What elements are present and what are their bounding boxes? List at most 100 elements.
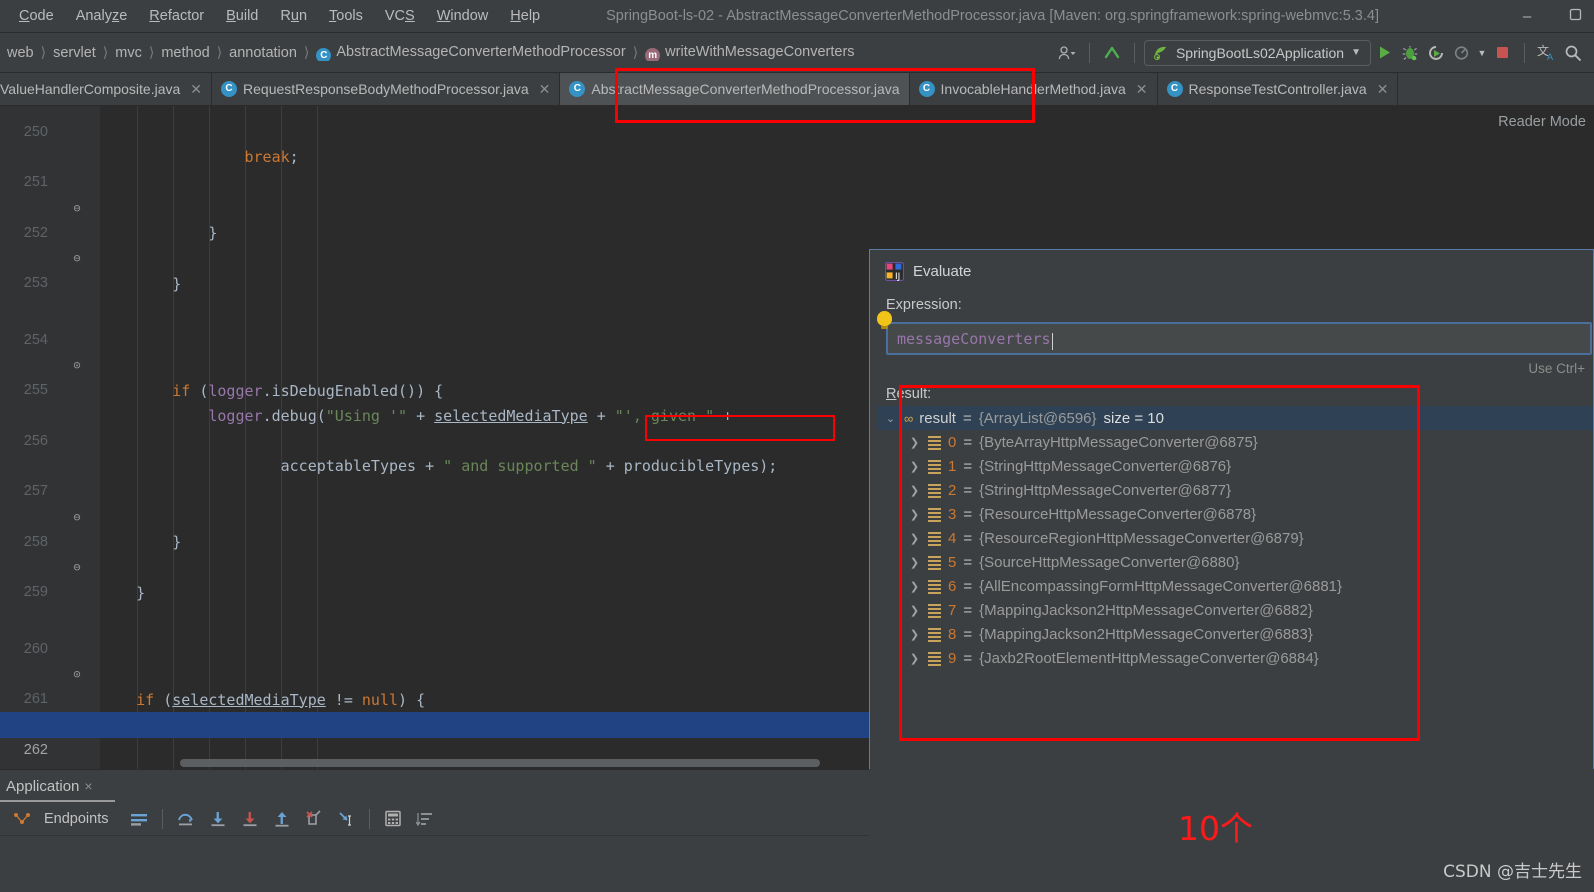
editor-tab-requestresponsebodymethodprocessor[interactable]: C RequestResponseBodyMethodProcessor.jav… bbox=[212, 73, 561, 105]
editor-tab-invocablehandlermethod[interactable]: C InvocableHandlerMethod.java ✕ bbox=[910, 73, 1158, 105]
item-value: {AllEncompassingFormHttpMessageConverter… bbox=[979, 577, 1343, 595]
menu-item-tools[interactable]: Tools bbox=[318, 5, 374, 27]
step-into-icon bbox=[211, 811, 224, 826]
menu-item-help[interactable]: Help bbox=[499, 5, 551, 27]
lightbulb-icon[interactable] bbox=[877, 311, 892, 329]
force-step-into-button[interactable] bbox=[234, 804, 266, 834]
chevron-right-icon[interactable]: ❯ bbox=[908, 604, 921, 617]
breadcrumb-item-mvc[interactable]: mvc bbox=[112, 45, 145, 61]
drop-frame-button[interactable] bbox=[298, 804, 330, 834]
evaluate-dialog-header: IJ Evaluate bbox=[870, 250, 1593, 281]
menu-item-run[interactable]: Run bbox=[269, 5, 318, 27]
close-icon[interactable]: ✕ bbox=[1136, 81, 1148, 98]
settings-view-button[interactable] bbox=[409, 804, 441, 834]
breadcrumb-item-class[interactable]: C AbstractMessageConverterMethodProcessor bbox=[313, 44, 628, 61]
sort-lines-icon bbox=[415, 812, 432, 826]
editor-tab-responsetestcontroller[interactable]: C ResponseTestController.java ✕ bbox=[1158, 73, 1399, 105]
result-tree-item[interactable]: ❯ 3 = {ResourceHttpMessageConverter@6878… bbox=[878, 502, 1593, 526]
chevron-right-icon[interactable]: ❯ bbox=[908, 652, 921, 665]
result-tree-item[interactable]: ❯ 8 = {MappingJackson2HttpMessageConvert… bbox=[878, 622, 1593, 646]
minimize-button[interactable]: – bbox=[1516, 8, 1538, 25]
menu-item-build[interactable]: Build bbox=[215, 5, 269, 27]
user-account-icon[interactable] bbox=[1054, 40, 1080, 66]
expression-input[interactable]: messageConverters bbox=[886, 322, 1592, 355]
chevron-right-icon[interactable]: ❯ bbox=[908, 628, 921, 641]
breadcrumb-item-method[interactable]: method bbox=[158, 45, 212, 61]
chevron-right-icon[interactable]: ❯ bbox=[908, 460, 921, 473]
close-icon[interactable]: ✕ bbox=[539, 81, 551, 98]
evaluate-expression-button[interactable] bbox=[377, 804, 409, 834]
item-value: {SourceHttpMessageConverter@6880} bbox=[979, 553, 1240, 571]
chevron-right-icon[interactable]: ❯ bbox=[908, 436, 921, 449]
result-label-text: esult: bbox=[896, 386, 932, 402]
close-icon[interactable]: ✕ bbox=[1377, 81, 1389, 98]
class-icon: C bbox=[221, 81, 238, 97]
translate-button[interactable]: 文 A bbox=[1534, 40, 1560, 66]
run-configuration-selector[interactable]: SpringBootLs02Application ▼ bbox=[1143, 39, 1371, 66]
rerun-button[interactable] bbox=[1423, 40, 1449, 66]
result-tree-item[interactable]: ❯ 2 = {StringHttpMessageConverter@6877} bbox=[878, 478, 1593, 502]
endpoints-button[interactable] bbox=[6, 804, 38, 834]
intellij-idea-icon: IJ bbox=[885, 262, 904, 281]
line-code: } bbox=[100, 583, 146, 602]
profile-dropdown[interactable]: ▼ bbox=[1475, 40, 1489, 66]
result-tree-item[interactable]: ❯ 7 = {MappingJackson2HttpMessageConvert… bbox=[878, 598, 1593, 622]
line-number: 253 bbox=[23, 275, 48, 291]
line-number: 250 bbox=[23, 123, 48, 140]
menu-item-window[interactable]: Window bbox=[426, 5, 500, 27]
search-everywhere-button[interactable] bbox=[1560, 40, 1586, 66]
console-view-button[interactable] bbox=[123, 804, 155, 834]
chevron-right-icon[interactable]: ❯ bbox=[908, 532, 921, 545]
maximize-restore-button[interactable] bbox=[1564, 8, 1586, 25]
menu-item-refactor[interactable]: Refactor bbox=[138, 5, 215, 27]
chevron-right-icon[interactable]: ❯ bbox=[908, 556, 921, 569]
step-out-button[interactable] bbox=[266, 804, 298, 834]
profile-button[interactable] bbox=[1449, 40, 1475, 66]
step-over-button[interactable] bbox=[170, 804, 202, 834]
close-icon[interactable]: ✕ bbox=[190, 81, 202, 98]
editor-horizontal-scrollbar[interactable] bbox=[100, 759, 890, 767]
breadcrumb-item-method-name[interactable]: m writeWithMessageConverters bbox=[642, 44, 857, 61]
result-tree-item[interactable]: ❯ 1 = {StringHttpMessageConverter@6876} bbox=[878, 454, 1593, 478]
result-tree-item[interactable]: ❯ 6 = {AllEncompassingFormHttpMessageCon… bbox=[878, 574, 1593, 598]
breadcrumb-item-annotation[interactable]: annotation bbox=[226, 45, 300, 61]
equals-sign: = bbox=[963, 505, 973, 523]
scrollbar-thumb[interactable] bbox=[180, 759, 820, 767]
code-line[interactable]: 252 ⊖ } bbox=[0, 195, 1594, 293]
step-into-button[interactable] bbox=[202, 804, 234, 834]
result-tree-item[interactable]: ❯ 9 = {Jaxb2RootElementHttpMessageConver… bbox=[878, 646, 1593, 670]
menu-item-vcs[interactable]: VCS bbox=[374, 5, 426, 27]
run-button[interactable] bbox=[1371, 40, 1397, 66]
line-number: 257 bbox=[23, 483, 48, 499]
evaluate-hint: Use Ctrl+ bbox=[1528, 361, 1585, 376]
chevron-right-icon[interactable]: ❯ bbox=[908, 580, 921, 593]
chevron-right-icon[interactable]: ❯ bbox=[908, 484, 921, 497]
result-tree-item[interactable]: ❯ 4 = {ResourceRegionHttpMessageConverte… bbox=[878, 526, 1593, 550]
menu-item-analyze[interactable]: Analyze bbox=[65, 5, 139, 27]
code-line[interactable]: 251 ⊖ } bbox=[0, 145, 1594, 242]
close-icon[interactable]: × bbox=[84, 778, 92, 794]
breadcrumb-separator: ⟩ bbox=[216, 44, 223, 60]
bottom-tab-application[interactable]: Application × bbox=[6, 778, 101, 795]
item-index: 4 bbox=[948, 529, 957, 547]
update-project-icon[interactable] bbox=[1099, 40, 1125, 66]
editor-tab-abstractmessageconvertermethodprocessor[interactable]: C AbstractMessageConverterMethodProcesso… bbox=[560, 73, 910, 105]
breadcrumb-item-servlet[interactable]: servlet bbox=[50, 45, 99, 61]
chevron-right-icon[interactable]: ❯ bbox=[908, 508, 921, 521]
item-index: 0 bbox=[948, 433, 957, 451]
editor-tab-valuehandlercomposite[interactable]: ValueHandlerComposite.java ✕ bbox=[0, 73, 213, 105]
chevron-down-icon[interactable]: ⌄ bbox=[884, 412, 897, 425]
result-tree[interactable]: ⌄ ∞ result = {ArrayList@6596} size = 10 … bbox=[870, 406, 1593, 670]
menu-item-code[interactable]: Code bbox=[8, 5, 65, 27]
run-to-cursor-button[interactable] bbox=[330, 804, 362, 834]
code-line[interactable]: 250 break; bbox=[0, 106, 1594, 167]
result-tree-item[interactable]: ❯ 0 = {ByteArrayHttpMessageConverter@687… bbox=[878, 430, 1593, 454]
stop-button[interactable] bbox=[1489, 40, 1515, 66]
breadcrumb-item-web[interactable]: web bbox=[4, 45, 37, 61]
list-icon bbox=[928, 531, 941, 546]
result-tree-root-row[interactable]: ⌄ ∞ result = {ArrayList@6596} size = 10 bbox=[878, 406, 1593, 430]
debug-button[interactable] bbox=[1397, 40, 1423, 66]
result-tree-item[interactable]: ❯ 5 = {SourceHttpMessageConverter@6880} bbox=[878, 550, 1593, 574]
equals-sign: = bbox=[963, 625, 973, 643]
editor-tab-label: AbstractMessageConverterMethodProcessor.… bbox=[591, 81, 900, 97]
